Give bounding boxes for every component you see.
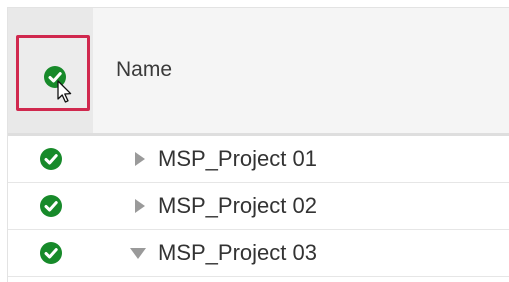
table-row[interactable]: MSP_Project 01 <box>8 136 509 183</box>
check-circle-icon[interactable] <box>40 148 62 170</box>
row-name: MSP_Project 01 <box>158 146 317 171</box>
collapse-arrow-icon[interactable] <box>130 248 146 259</box>
row-name: MSP_Project 03 <box>158 240 317 265</box>
check-circle-icon[interactable] <box>40 195 62 217</box>
name-column-header[interactable]: Name <box>116 58 172 82</box>
select-all-checkbox[interactable] <box>16 35 90 111</box>
expand-arrow-icon[interactable] <box>135 152 145 166</box>
table-row[interactable]: MSP_Project 03 <box>8 230 509 277</box>
select-all-cell <box>8 8 93 133</box>
row-name: MSP_Project 02 <box>158 193 317 218</box>
pointer-cursor-icon <box>57 80 72 103</box>
project-grid: Name MSP_Project 01 MSP_Project 02 MSP_P… <box>7 7 509 282</box>
check-circle-icon[interactable] <box>40 242 62 264</box>
expand-arrow-icon[interactable] <box>135 199 145 213</box>
table-row[interactable]: MSP_Project 02 <box>8 183 509 230</box>
grid-header: Name <box>8 8 509 136</box>
